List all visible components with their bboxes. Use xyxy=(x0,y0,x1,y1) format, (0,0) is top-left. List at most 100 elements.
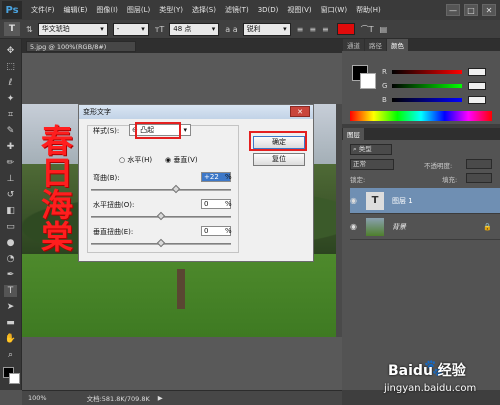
path-selection-tool-icon[interactable]: ➤ xyxy=(4,301,17,313)
align-center-icon[interactable]: ≡ xyxy=(309,25,316,34)
blend-mode-select[interactable]: 正常 xyxy=(350,159,394,170)
type-tool-icon[interactable]: T xyxy=(4,285,17,297)
warp-text-icon[interactable]: ⌒T xyxy=(361,24,374,35)
red-slider[interactable]: R xyxy=(382,67,486,77)
eraser-tool-icon[interactable]: ◧ xyxy=(4,205,17,217)
fill-label: 填充: xyxy=(442,176,458,184)
move-tool-icon[interactable]: ✥ xyxy=(4,45,17,57)
close-window-button[interactable]: ✕ xyxy=(482,4,496,16)
font-style-value: - xyxy=(116,25,120,33)
zoom-tool-icon[interactable]: ⌕ xyxy=(4,349,17,361)
font-size-select[interactable]: 48 点 ▾ xyxy=(169,22,220,36)
shape-tool-icon[interactable]: ▬ xyxy=(4,317,17,329)
photoshop-logo: Ps xyxy=(2,1,22,19)
vertical-distortion-percent: % xyxy=(225,227,232,235)
chevron-down-icon: ▾ xyxy=(183,126,187,134)
visibility-eye-icon[interactable]: ◉ xyxy=(350,222,360,231)
text-layer-thumbnail-icon: T xyxy=(366,191,384,210)
vertical-radio-label: 垂直(V) xyxy=(173,156,198,164)
brush-tool-icon[interactable]: ✏ xyxy=(4,157,17,169)
reset-button[interactable]: 复位 xyxy=(253,153,305,166)
background-color-swatch[interactable] xyxy=(9,373,20,384)
bend-slider-track[interactable] xyxy=(91,189,231,191)
clone-stamp-tool-icon[interactable]: ⊥ xyxy=(4,173,17,185)
chevron-down-icon: ▾ xyxy=(100,25,104,33)
lock-icon: 🔒 xyxy=(483,222,492,231)
menu-view[interactable]: 视图(V) xyxy=(287,5,311,15)
blue-slider[interactable]: B xyxy=(382,95,486,105)
blue-gradient[interactable] xyxy=(392,98,462,102)
zoom-level[interactable]: 100% xyxy=(28,394,47,402)
green-value-input[interactable] xyxy=(468,82,486,90)
gradient-tool-icon[interactable]: ▭ xyxy=(4,221,17,233)
horizontal-distortion-label: 水平扭曲(O): xyxy=(93,201,135,209)
color-spectrum-ramp[interactable] xyxy=(350,111,492,121)
document-tab[interactable]: 5.jpg @ 100%(RGB/8#) xyxy=(26,41,136,52)
baidu-watermark: 🐾 Baidu 经验 jingyan.baidu.com xyxy=(380,356,500,405)
text-color-swatch[interactable] xyxy=(336,23,355,35)
blue-value-input[interactable] xyxy=(468,96,486,104)
font-size-value: 48 点 xyxy=(173,25,192,33)
hand-tool-icon[interactable]: ✋ xyxy=(4,333,17,345)
antialias-select[interactable]: 锐利 ▾ xyxy=(242,22,291,36)
tab-channels[interactable]: 通道 xyxy=(343,39,364,51)
history-brush-tool-icon[interactable]: ↺ xyxy=(4,189,17,201)
tab-paths[interactable]: 路径 xyxy=(365,39,386,51)
text-orientation-icon[interactable]: ⇅ xyxy=(26,25,33,34)
font-family-value: 华文琥珀 xyxy=(41,25,70,33)
dodge-tool-icon[interactable]: ◔ xyxy=(4,253,17,265)
toolbox: ✥ ⬚ ℓ ✦ ⌗ ✎ ✚ ✏ ⊥ ↺ ◧ ▭ ● ◔ ✒ T ➤ ▬ ✋ ⌕ xyxy=(0,39,22,390)
tab-color[interactable]: 颜色 xyxy=(387,39,408,51)
layer-kind-filter[interactable]: ⌕ 类型 xyxy=(350,144,392,155)
opacity-input[interactable] xyxy=(466,159,492,169)
magic-wand-tool-icon[interactable]: ✦ xyxy=(4,93,17,105)
marquee-tool-icon[interactable]: ⬚ xyxy=(4,61,17,73)
menu-filter[interactable]: 滤镜(T) xyxy=(225,5,249,15)
vertical-distortion-label: 垂直扭曲(E): xyxy=(93,228,134,236)
eyedropper-tool-icon[interactable]: ✎ xyxy=(4,125,17,137)
menu-layer[interactable]: 图层(L) xyxy=(127,5,150,15)
align-left-icon[interactable]: ≡ xyxy=(297,25,304,34)
green-slider[interactable]: G xyxy=(382,81,486,91)
green-gradient[interactable] xyxy=(392,84,462,88)
red-gradient[interactable] xyxy=(392,70,462,74)
menu-select[interactable]: 选择(S) xyxy=(192,5,216,15)
align-right-icon[interactable]: ≡ xyxy=(322,25,329,34)
font-style-select[interactable]: - ▾ xyxy=(112,22,149,36)
menu-type[interactable]: 类型(Y) xyxy=(159,5,183,15)
menu-help[interactable]: 帮助(H) xyxy=(356,5,381,15)
color-panel: R G B xyxy=(342,51,500,124)
red-vertical-text: 春日海棠 xyxy=(30,124,80,252)
pen-tool-icon[interactable]: ✒ xyxy=(4,269,17,281)
layers-panel-tabs: 图层 xyxy=(342,128,500,140)
red-value-input[interactable] xyxy=(468,68,486,76)
dialog-close-button[interactable]: ✕ xyxy=(290,106,310,117)
panel-background-swatch[interactable] xyxy=(360,73,376,89)
style-label: 样式(S): xyxy=(93,127,120,135)
layer-row-background[interactable]: ◉ 背景 🔒 xyxy=(350,214,500,240)
fill-input[interactable] xyxy=(466,173,492,183)
menu-image[interactable]: 图像(I) xyxy=(96,5,118,15)
crop-tool-icon[interactable]: ⌗ xyxy=(4,109,17,121)
minimize-button[interactable]: — xyxy=(446,4,460,16)
tab-layers[interactable]: 图层 xyxy=(343,128,364,140)
font-family-select[interactable]: 华文琥珀 ▾ xyxy=(37,22,108,36)
blur-tool-icon[interactable]: ● xyxy=(4,237,17,249)
status-arrow-icon[interactable]: ▶ xyxy=(158,394,163,402)
healing-brush-tool-icon[interactable]: ✚ xyxy=(4,141,17,153)
layer-row-text[interactable]: ◉ T 图层 1 xyxy=(350,188,500,214)
bend-percent: % xyxy=(225,173,232,181)
character-panel-icon[interactable]: ▤ xyxy=(380,25,388,34)
menu-file[interactable]: 文件(F) xyxy=(31,5,55,15)
horizontal-radio[interactable]: ○ 水平(H) xyxy=(119,155,152,165)
menu-edit[interactable]: 编辑(E) xyxy=(64,5,88,15)
maximize-button[interactable]: □ xyxy=(464,4,478,16)
menu-window[interactable]: 窗口(W) xyxy=(321,5,347,15)
text-tool-preset-icon[interactable]: T xyxy=(4,22,20,36)
dialog-title: 变形文字 xyxy=(79,105,313,119)
visibility-eye-icon[interactable]: ◉ xyxy=(350,196,360,205)
chevron-down-icon: ▾ xyxy=(141,25,145,33)
vertical-radio[interactable]: ◉ 垂直(V) xyxy=(165,155,198,165)
lasso-tool-icon[interactable]: ℓ xyxy=(4,77,17,89)
menu-3d[interactable]: 3D(D) xyxy=(258,6,279,14)
